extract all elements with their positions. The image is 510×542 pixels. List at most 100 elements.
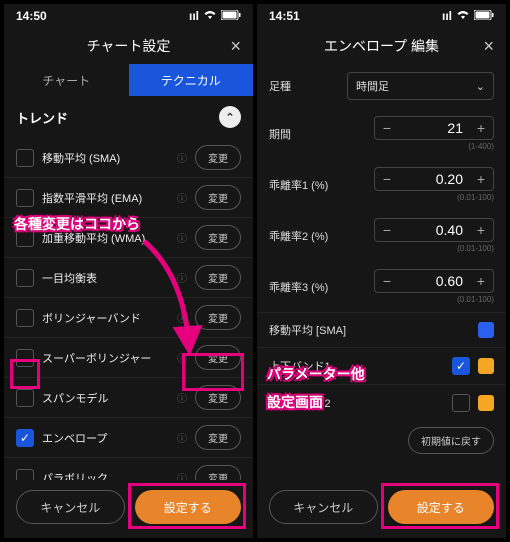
param-ashi: 足種 時間足 ⌄ (257, 64, 506, 108)
plus-button[interactable]: + (469, 117, 493, 139)
close-icon[interactable]: × (483, 36, 494, 57)
change-button[interactable]: 変更 (195, 385, 241, 410)
dev2-stepper[interactable]: −0.40+ (374, 218, 494, 242)
minus-button[interactable]: − (375, 219, 399, 241)
screen-header: チャート設定 × (4, 28, 253, 64)
plus-button[interactable]: + (469, 270, 493, 292)
ashi-select[interactable]: 時間足 ⌄ (347, 72, 494, 100)
change-button[interactable]: 変更 (195, 425, 241, 450)
indicator-label: 加重移動平均 (WMA) (42, 230, 169, 246)
indicator-label: スパンモデル (42, 390, 169, 406)
color-swatch[interactable] (478, 358, 494, 374)
indicator-label: スーパーボリンジャー (42, 350, 169, 366)
status-time: 14:50 (16, 9, 47, 23)
info-icon[interactable]: ⓘ (177, 390, 187, 405)
color-swatch[interactable] (478, 322, 494, 338)
reset-button[interactable]: 初期値に戻す (408, 427, 494, 454)
indicator-checkbox[interactable] (16, 269, 34, 287)
indicator-row: スパンモデル ⓘ 変更 (4, 378, 253, 418)
right-screen: 14:51 ııl エンベロープ 編集 × 足種 時間足 ⌄ 期間 − (257, 4, 506, 538)
tab-bar: チャート テクニカル (4, 64, 253, 96)
wifi-icon (456, 9, 470, 23)
indicator-label: ボリンジャーバンド (42, 310, 169, 326)
signal-icon: ııl (189, 9, 199, 23)
info-icon[interactable]: ⓘ (177, 270, 187, 285)
change-button[interactable]: 変更 (195, 465, 241, 480)
indicator-row: 一目均衡表 ⓘ 変更 (4, 258, 253, 298)
change-button[interactable]: 変更 (195, 185, 241, 210)
change-button[interactable]: 変更 (195, 145, 241, 170)
tab-technical[interactable]: テクニカル (129, 64, 254, 96)
param-panel: 足種 時間足 ⌄ 期間 − 21 + (1-400) 乖離率1 (%) −0.2… (257, 64, 506, 480)
param-dev3: 乖離率3 (%) −0.60+ (0.01-100) (257, 261, 506, 312)
band-checkbox[interactable] (452, 394, 470, 412)
info-icon[interactable]: ⓘ (177, 190, 187, 205)
indicator-list: トレンド ⌃ 移動平均 (SMA)ⓘ変更指数平滑平均 (EMA)ⓘ変更加重移動平… (4, 96, 253, 480)
info-icon[interactable]: ⓘ (177, 310, 187, 325)
param-dev1: 乖離率1 (%) −0.20+ (0.01-100) (257, 159, 506, 210)
indicator-checkbox[interactable] (16, 389, 34, 407)
battery-icon (474, 9, 494, 23)
chevron-down-icon: ⌄ (476, 80, 485, 93)
change-button[interactable]: 変更 (195, 305, 241, 330)
cancel-button[interactable]: キャンセル (269, 490, 378, 524)
change-button[interactable]: 変更 (195, 225, 241, 250)
indicator-row: 加重移動平均 (WMA) ⓘ 変更 (4, 218, 253, 258)
status-icons: ııl (442, 9, 494, 23)
change-button[interactable]: 変更 (195, 265, 241, 290)
info-icon[interactable]: ⓘ (177, 470, 187, 480)
param-period: 期間 − 21 + (1-400) (257, 108, 506, 159)
tab-chart[interactable]: チャート (4, 64, 129, 96)
indicator-label: 指数平滑平均 (EMA) (42, 190, 169, 206)
period-stepper[interactable]: − 21 + (374, 116, 494, 140)
param-dev2: 乖離率2 (%) −0.40+ (0.01-100) (257, 210, 506, 261)
wifi-icon (203, 9, 217, 23)
indicator-checkbox[interactable] (16, 189, 34, 207)
bottom-bar: キャンセル 設定する (4, 480, 253, 538)
indicator-row: 指数平滑平均 (EMA) ⓘ 変更 (4, 178, 253, 218)
indicator-checkbox[interactable] (16, 469, 34, 481)
minus-button[interactable]: − (375, 270, 399, 292)
submit-button[interactable]: 設定する (135, 490, 242, 524)
signal-icon: ııl (442, 9, 452, 23)
info-icon[interactable]: ⓘ (177, 430, 187, 445)
indicator-checkbox[interactable] (16, 229, 34, 247)
indicator-row: ボリンジャーバンド ⓘ 変更 (4, 298, 253, 338)
status-time: 14:51 (269, 9, 300, 23)
chevron-up-icon[interactable]: ⌃ (219, 106, 241, 128)
band-1: 上下バンド1 ✓ (257, 347, 506, 384)
indicator-row: スーパーボリンジャー ⓘ 変更 (4, 338, 253, 378)
indicator-checkbox[interactable] (16, 349, 34, 367)
indicator-label: 一目均衡表 (42, 270, 169, 286)
change-button[interactable]: 変更 (195, 345, 241, 370)
indicator-label: エンベロープ (42, 430, 169, 446)
dev3-stepper[interactable]: −0.60+ (374, 269, 494, 293)
dev1-stepper[interactable]: −0.20+ (374, 167, 494, 191)
cancel-button[interactable]: キャンセル (16, 490, 125, 524)
bottom-bar: キャンセル 設定する (257, 480, 506, 538)
indicator-row: パラボリック ⓘ 変更 (4, 458, 253, 480)
section-trend[interactable]: トレンド ⌃ (4, 96, 253, 138)
info-icon[interactable]: ⓘ (177, 350, 187, 365)
indicator-checkbox[interactable] (16, 149, 34, 167)
minus-button[interactable]: − (375, 117, 399, 139)
info-icon[interactable]: ⓘ (177, 230, 187, 245)
close-icon[interactable]: × (230, 36, 241, 57)
submit-button[interactable]: 設定する (388, 490, 495, 524)
plus-button[interactable]: + (469, 168, 493, 190)
color-swatch[interactable] (478, 395, 494, 411)
battery-icon (221, 9, 241, 23)
status-bar: 14:51 ııl (257, 4, 506, 28)
minus-button[interactable]: − (375, 168, 399, 190)
indicator-checkbox[interactable] (16, 309, 34, 327)
band-checkbox[interactable]: ✓ (452, 357, 470, 375)
indicator-label: パラボリック (42, 470, 169, 481)
band-sma: 移動平均 [SMA] (257, 312, 506, 347)
header-title: エンベロープ 編集 (324, 36, 439, 56)
status-bar: 14:50 ııl (4, 4, 253, 28)
info-icon[interactable]: ⓘ (177, 150, 187, 165)
plus-button[interactable]: + (469, 219, 493, 241)
indicator-checkbox[interactable]: ✓ (16, 429, 34, 447)
indicator-row: 移動平均 (SMA)ⓘ変更 (4, 138, 253, 178)
screen-header: エンベロープ 編集 × (257, 28, 506, 64)
